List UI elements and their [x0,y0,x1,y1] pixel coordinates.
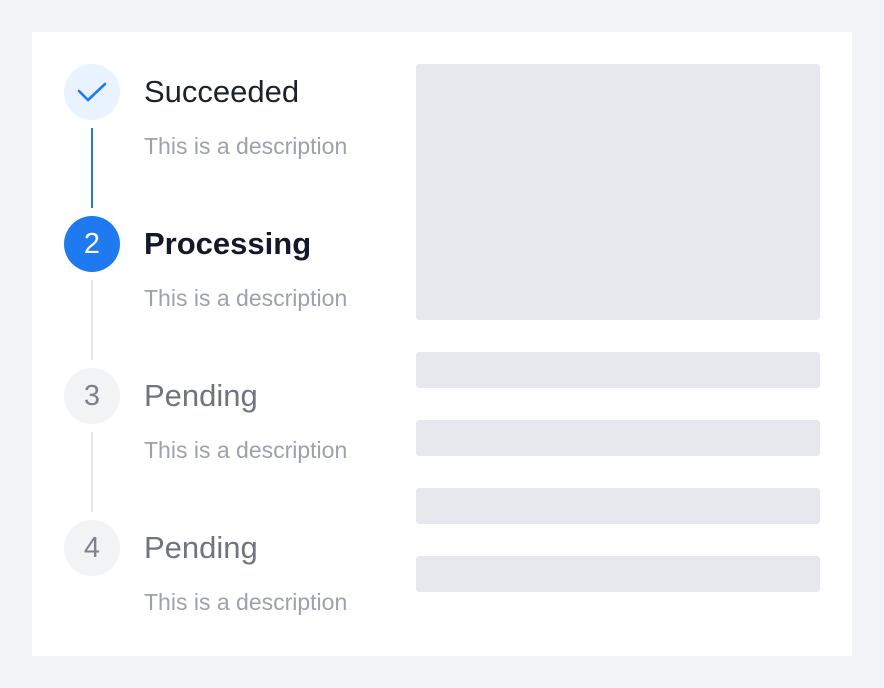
line-placeholder [416,556,820,592]
step-4-title: Pending [144,530,258,565]
step-1[interactable]: Succeeded This is a description [64,64,404,216]
step-connector [91,280,93,360]
step-connector [91,128,93,208]
line-placeholder [416,420,820,456]
step-2-title: Processing [144,226,312,261]
image-placeholder [416,64,820,320]
step-3[interactable]: 3 Pending This is a description [64,368,404,520]
step-4[interactable]: 4 Pending This is a description [64,520,404,672]
step-3-number: 3 [83,379,101,412]
step-3-title: Pending [144,378,258,413]
step-2-number: 2 [83,227,101,260]
step-2-indicator: 2 [64,216,120,272]
step-4-indicator: 4 [64,520,120,576]
step-3-description: This is a description [144,437,348,463]
step-connector [91,432,93,512]
step-1-title: Succeeded [144,74,300,109]
check-icon [77,82,107,102]
line-placeholder [416,488,820,524]
step-4-number: 4 [83,531,101,564]
line-placeholder [416,352,820,388]
step-1-indicator [64,64,120,120]
step-3-indicator: 3 [64,368,120,424]
step-2-description: This is a description [144,285,348,311]
step-1-description: This is a description [144,133,348,159]
step-2[interactable]: 2 Processing This is a description [64,216,404,368]
steps-card: Succeeded This is a description 2 Proces… [32,32,852,656]
step-4-description: This is a description [144,589,348,615]
